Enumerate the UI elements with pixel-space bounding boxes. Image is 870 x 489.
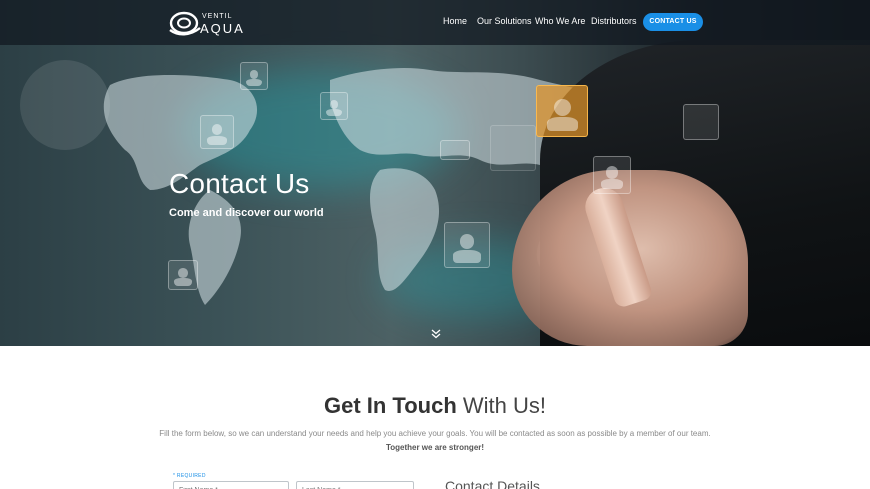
section-title-light: With Us! [462, 393, 547, 418]
contact-details-heading: Contact Details [445, 478, 540, 489]
person-tile-icon [240, 62, 268, 90]
mail-tile-icon [440, 140, 470, 160]
hero-subtitle: Come and discover our world [169, 207, 324, 219]
nav-link-our-solutions[interactable]: Our Solutions [477, 16, 532, 26]
required-label: * REQUIRED [173, 473, 206, 479]
nav-link-who-we-are[interactable]: Who We Are [535, 16, 585, 26]
section-title: Get In Touch With Us! [0, 393, 870, 419]
hero-title: Contact Us [169, 168, 310, 199]
hero-banner: Contact Us Come and discover our world [0, 0, 870, 346]
section-motto: Together we are stronger! [385, 443, 485, 452]
person-tile-icon [536, 85, 588, 137]
person-tile-icon [320, 92, 348, 120]
contact-section: Get In Touch With Us! Fill the form belo… [0, 346, 870, 489]
person-tile-icon [444, 222, 490, 268]
nav-link-distributors[interactable]: Distributors [591, 16, 637, 26]
section-title-bold: Get In Touch [323, 393, 457, 418]
logo-wordmark-main: AQUA [200, 21, 245, 36]
person-tile-icon [168, 260, 198, 290]
person-tile-icon [200, 115, 234, 149]
person-tile-icon [683, 104, 719, 140]
logo-wordmark-top: VENTIL [202, 13, 233, 20]
first-name-input[interactable] [173, 481, 289, 489]
last-name-input[interactable] [296, 481, 414, 489]
section-intro: Fill the form below, so we can understan… [159, 429, 711, 438]
double-chevron-down-icon[interactable] [430, 328, 442, 340]
person-tile-icon [490, 125, 536, 171]
top-navbar: VENTIL AQUA Home Our Solutions Who We Ar… [0, 0, 870, 45]
person-tile-icon [593, 156, 631, 194]
nav-link-home[interactable]: Home [443, 16, 467, 26]
contact-us-button[interactable]: CONTACT US [643, 13, 703, 31]
